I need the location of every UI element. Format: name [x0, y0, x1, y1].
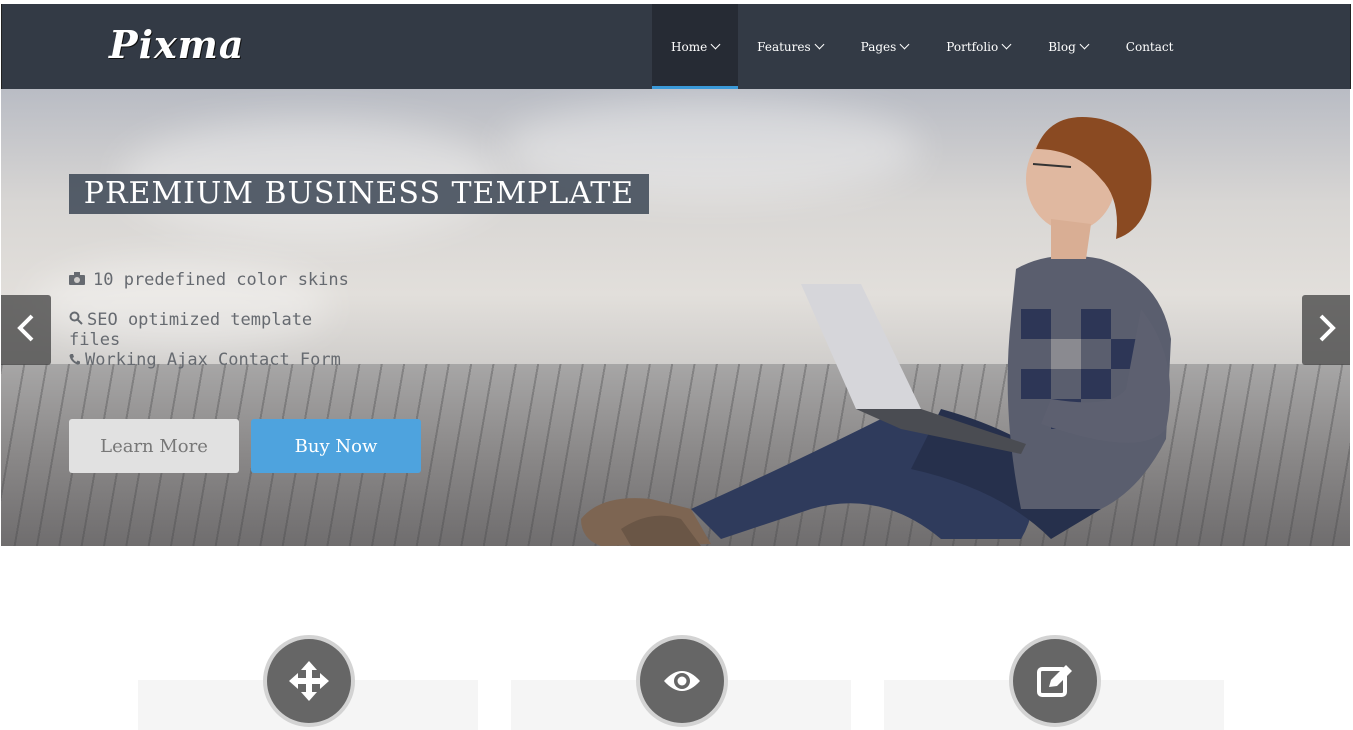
learn-more-button[interactable]: Learn More: [69, 419, 239, 473]
feature-text: Working Ajax Contact Form: [85, 350, 341, 370]
chevron-down-icon: [899, 39, 910, 49]
nav-item-home[interactable]: Home: [652, 4, 739, 89]
eye-icon[interactable]: [636, 635, 728, 727]
nav-item-pages[interactable]: Pages: [842, 4, 928, 89]
nav-item-label: Blog: [1048, 39, 1076, 54]
nav-item-label: Home: [671, 39, 708, 54]
camera-icon: [69, 270, 85, 290]
nav-item-features[interactable]: Features: [738, 4, 841, 89]
move-arrows-icon[interactable]: [263, 635, 355, 727]
chevron-left-icon: [16, 308, 36, 352]
nav-item-label: Contact: [1125, 39, 1174, 54]
navbar: Pixma Home Features Pages Portfolio Blog…: [1, 4, 1351, 89]
nav-item-label: Portfolio: [946, 39, 999, 54]
feature-item: SEO optimized template files: [69, 310, 349, 350]
nav-item-label: Features: [757, 39, 811, 54]
hero-title: PREMIUM BUSINESS TEMPLATE: [69, 174, 649, 214]
phone-icon: [69, 350, 81, 370]
buy-now-button[interactable]: Buy Now: [251, 419, 421, 473]
person-with-laptop-image: [581, 117, 1171, 546]
chevron-down-icon: [814, 39, 825, 49]
nav-item-label: Pages: [860, 39, 897, 54]
slider-next-button[interactable]: [1302, 295, 1350, 365]
hero-slider: PREMIUM BUSINESS TEMPLATE 10 predefined …: [1, 89, 1350, 546]
chevron-down-icon: [1001, 39, 1012, 49]
edit-icon[interactable]: [1009, 635, 1101, 727]
main-menu: Home Features Pages Portfolio Blog Conta…: [652, 4, 1192, 89]
nav-item-blog[interactable]: Blog: [1029, 4, 1107, 89]
nav-item-contact[interactable]: Contact: [1107, 4, 1193, 89]
feature-text: SEO optimized template files: [69, 310, 313, 350]
chevron-down-icon: [1079, 39, 1090, 49]
feature-text: 10 predefined color skins: [93, 270, 349, 290]
logo[interactable]: Pixma: [109, 22, 245, 67]
search-icon: [69, 310, 83, 330]
chevron-down-icon: [710, 39, 721, 49]
feature-item: 10 predefined color skins: [69, 270, 349, 290]
slider-prev-button[interactable]: [1, 295, 51, 365]
nav-item-portfolio[interactable]: Portfolio: [927, 4, 1029, 89]
chevron-right-icon: [1317, 308, 1337, 352]
feature-item: Working Ajax Contact Form: [69, 350, 341, 370]
